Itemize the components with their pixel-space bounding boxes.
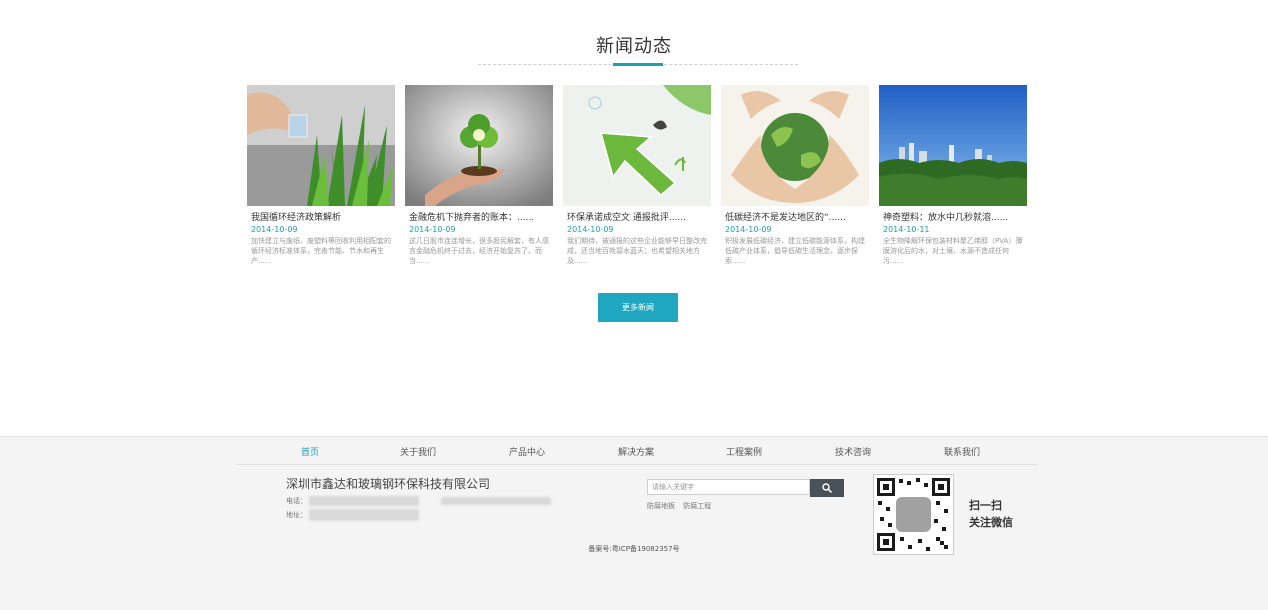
news-thumbnail-green-arrow[interactable] xyxy=(563,85,711,206)
address-row: 地址： xyxy=(286,509,420,521)
footer-nav: 首页 关于我们 产品中心 解决方案 工程案例 技术咨询 联系我们 xyxy=(236,437,1038,465)
qr-caption-follow: 关注微信 xyxy=(969,516,1013,529)
footer-nav-solutions[interactable]: 解决方案 xyxy=(618,445,654,458)
hot-keyword[interactable]: 防腐工程 xyxy=(683,502,711,510)
footer-nav-about[interactable]: 关于我们 xyxy=(400,445,436,458)
news-thumbnail-hands-globe[interactable] xyxy=(721,85,869,206)
hot-keyword[interactable]: 防腐地板 xyxy=(647,502,675,510)
address-value-blurred xyxy=(309,509,420,521)
company-name: 深圳市鑫达和玻璃钢环保科技有限公司 xyxy=(286,477,491,491)
news-card[interactable]: 低碳经济不是发达地区的“...... 2014-10-09 积极发展低碳经济，建… xyxy=(721,85,869,280)
news-card[interactable]: 神奇塑料：放水中几秒就溶...... 2014-10-11 全生物降解环保包装材… xyxy=(879,85,1027,280)
news-date: 2014-10-09 xyxy=(251,225,298,234)
qr-caption-scan: 扫一扫 xyxy=(969,499,1002,512)
search-button[interactable] xyxy=(810,479,844,497)
section-title: 新闻动态 xyxy=(596,36,672,57)
contact-value-blurred xyxy=(441,497,552,505)
news-summary: 加快建立与废纸、废塑料等回收利用相配套的循环经济标准体系，完善节能、节水和再生产… xyxy=(251,237,391,265)
phone-label: 电话： xyxy=(286,497,307,505)
news-title[interactable]: 金融危机下抛弃者的账本：...... xyxy=(409,212,549,224)
news-card[interactable]: 金融危机下抛弃者的账本：...... 2014-10-09 这几日股市连连增长，… xyxy=(405,85,553,280)
footer-nav-consulting[interactable]: 技术咨询 xyxy=(835,445,871,458)
title-accent-bar xyxy=(613,63,663,66)
news-title[interactable]: 神奇塑料：放水中几秒就溶...... xyxy=(883,212,1023,224)
footer-nav-contact[interactable]: 联系我们 xyxy=(944,445,980,458)
footer: 首页 关于我们 产品中心 解决方案 工程案例 技术咨询 联系我们 深圳市鑫达和玻… xyxy=(0,436,1268,610)
news-date: 2014-10-11 xyxy=(883,225,930,234)
icp-record: 备案号:粤ICP备19082357号 xyxy=(588,545,680,553)
hot-keywords: 防腐地板 防腐工程 xyxy=(647,501,717,511)
phone-value-blurred xyxy=(309,496,420,506)
news-date: 2014-10-09 xyxy=(567,225,614,234)
news-card[interactable]: 环保承诺成空文 通报批评...... 2014-10-09 我们期待，被通报的这… xyxy=(563,85,711,280)
news-summary: 这几日股市连连增长，很多股民解套，有人感言金融危机终于过去，经济开始复苏了。而当… xyxy=(409,237,549,265)
search-input[interactable]: 请输入关键字 xyxy=(647,479,810,495)
news-thumbnail-recycle-plant[interactable] xyxy=(405,85,553,206)
news-title[interactable]: 环保承诺成空文 通报批评...... xyxy=(567,212,707,224)
wechat-qr-code xyxy=(873,474,954,555)
news-thumbnail-hand-grass[interactable] xyxy=(247,85,395,206)
news-title[interactable]: 我国循环经济政策解析 xyxy=(251,212,391,224)
more-news-button[interactable]: 更多新闻 xyxy=(598,293,678,322)
news-summary: 我们期待，被通报的这些企业能够早日整改完成，还当地百姓碧水蓝天；也希望相关地方及… xyxy=(567,237,707,265)
news-date: 2014-10-09 xyxy=(409,225,456,234)
footer-nav-home[interactable]: 首页 xyxy=(301,445,319,458)
news-card[interactable]: 我国循环经济政策解析 2014-10-09 加快建立与废纸、废塑料等回收利用相配… xyxy=(247,85,395,280)
news-summary: 全生物降解环保包装材料聚乙烯醇（PVA）薄膜溶化后的水，对土壤、水源不造成任何污… xyxy=(883,237,1023,265)
phone-row: 电话： xyxy=(286,496,552,506)
address-label: 地址： xyxy=(286,511,307,519)
news-date: 2014-10-09 xyxy=(725,225,772,234)
footer-nav-products[interactable]: 产品中心 xyxy=(509,445,545,458)
news-thumbnail-city-forest[interactable] xyxy=(879,85,1027,206)
news-list: 我国循环经济政策解析 2014-10-09 加快建立与废纸、废塑料等回收利用相配… xyxy=(247,85,1027,285)
news-summary: 积极发展低碳经济，建立低碳能源体系，构建低碳产业体系，倡导低碳生活理念，逐步探索… xyxy=(725,237,865,265)
news-title[interactable]: 低碳经济不是发达地区的“...... xyxy=(725,212,865,224)
footer-nav-cases[interactable]: 工程案例 xyxy=(726,445,762,458)
search-icon xyxy=(822,483,832,493)
